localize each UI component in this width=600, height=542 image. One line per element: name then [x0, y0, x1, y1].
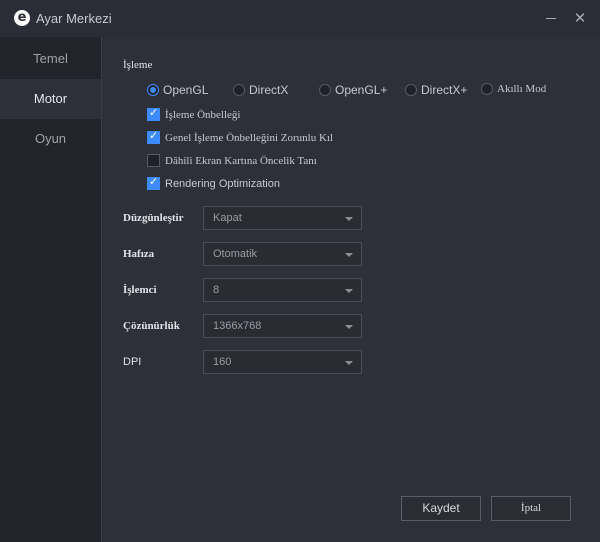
- resolution-label: Çözünürlük: [123, 320, 180, 332]
- radio-opengl-plus-indicator[interactable]: [319, 84, 331, 96]
- antialias-value: Kapat: [213, 212, 242, 224]
- radio-opengl-plus[interactable]: OpenGL+: [319, 83, 387, 97]
- checkbox-rendering-optimization-box[interactable]: [147, 175, 160, 190]
- checkbox-render-cache-box[interactable]: [147, 106, 160, 121]
- radio-directx-indicator[interactable]: [233, 84, 245, 96]
- checkbox-force-global-cache-label: Genel İşleme Önbelleğini Zorunlu Kıl: [165, 131, 334, 144]
- checkbox-rendering-optimization[interactable]: Rendering Optimization: [147, 175, 280, 190]
- dpi-label: DPI: [123, 356, 142, 368]
- cancel-button[interactable]: İptal: [491, 496, 571, 521]
- checkbox-force-global-cache-box[interactable]: [147, 129, 160, 144]
- app-logo-icon: e: [14, 10, 30, 26]
- cpu-select[interactable]: 8: [203, 278, 362, 302]
- close-icon[interactable]: ✕: [572, 10, 588, 26]
- resolution-value: 1366x768: [213, 320, 262, 332]
- checkbox-prefer-integrated-gpu-label: Dâhili Ekran Kartına Öncelik Tanı: [165, 154, 317, 167]
- radio-directx-label: DirectX: [249, 83, 289, 97]
- dpi-value: 160: [213, 356, 232, 368]
- minimize-icon[interactable]: [544, 11, 558, 25]
- memory-label: Hafıza: [123, 248, 155, 260]
- dpi-select[interactable]: 160: [203, 350, 362, 374]
- checkbox-render-cache[interactable]: İşleme Önbelleği: [147, 106, 241, 121]
- cpu-label: İşlemci: [123, 284, 157, 296]
- radio-directx-plus[interactable]: DirectX+: [405, 83, 467, 97]
- radio-directx[interactable]: DirectX: [233, 83, 288, 97]
- sidebar-item-oyun[interactable]: Oyun: [0, 119, 101, 159]
- radio-opengl-indicator[interactable]: [147, 84, 159, 96]
- chevron-down-icon: [345, 253, 353, 257]
- checkbox-force-global-cache[interactable]: Genel İşleme Önbelleğini Zorunlu Kıl: [147, 129, 334, 144]
- save-button[interactable]: Kaydet: [401, 496, 481, 521]
- memory-select[interactable]: Otomatik: [203, 242, 362, 266]
- checkbox-render-cache-label: İşleme Önbelleği: [165, 108, 241, 121]
- resolution-select[interactable]: 1366x768: [203, 314, 362, 338]
- memory-value: Otomatik: [213, 248, 258, 260]
- checkbox-prefer-integrated-gpu[interactable]: Dâhili Ekran Kartına Öncelik Tanı: [147, 154, 317, 167]
- radio-smart-mode[interactable]: Akıllı Mod: [481, 83, 546, 95]
- title-bar: e Ayar Merkezi ✕: [0, 0, 600, 37]
- sidebar-item-motor[interactable]: Motor: [0, 79, 101, 119]
- chevron-down-icon: [345, 289, 353, 293]
- radio-opengl-plus-label: OpenGL+: [335, 83, 388, 97]
- chevron-down-icon: [345, 217, 353, 221]
- cpu-value: 8: [213, 284, 220, 296]
- radio-opengl[interactable]: OpenGL: [147, 83, 208, 97]
- antialias-label: Düzgünleştir: [123, 212, 184, 224]
- sidebar-item-temel[interactable]: Temel: [0, 39, 101, 79]
- window-title: Ayar Merkezi: [36, 11, 112, 26]
- checkbox-prefer-integrated-gpu-box[interactable]: [147, 154, 160, 167]
- checkbox-rendering-optimization-label: Rendering Optimization: [165, 177, 280, 190]
- sidebar: Temel Motor Oyun: [0, 37, 102, 542]
- radio-smart-mode-indicator[interactable]: [481, 83, 493, 95]
- chevron-down-icon: [345, 361, 353, 365]
- render-section-label: İşleme: [123, 59, 153, 71]
- chevron-down-icon: [345, 325, 353, 329]
- radio-directx-plus-label: DirectX+: [421, 83, 468, 97]
- radio-opengl-label: OpenGL: [163, 83, 209, 97]
- antialias-select[interactable]: Kapat: [203, 206, 362, 230]
- radio-smart-mode-label: Akıllı Mod: [497, 83, 547, 95]
- radio-directx-plus-indicator[interactable]: [405, 84, 417, 96]
